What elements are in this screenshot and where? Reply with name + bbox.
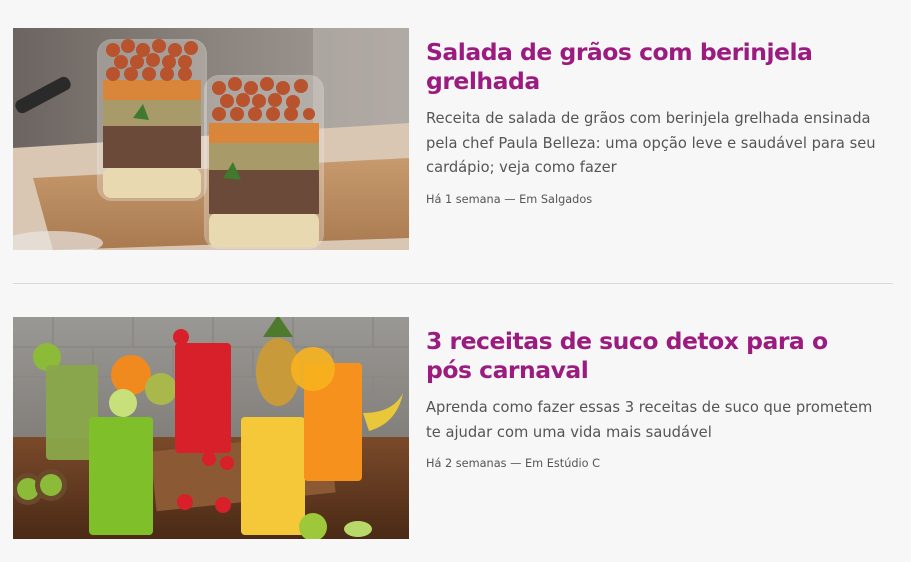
article-time: Há 1 semana bbox=[426, 192, 501, 206]
article-body: Salada de grãos com berinjela grelhada R… bbox=[409, 28, 879, 250]
article-card-juice: 3 receitas de suco detox para o pós carn… bbox=[13, 317, 893, 539]
article-thumbnail-juice[interactable] bbox=[13, 317, 409, 539]
salad-jars-image bbox=[13, 28, 409, 250]
article-category[interactable]: Em Estúdio C bbox=[525, 457, 600, 470]
article-description: Aprenda como fazer essas 3 receitas de s… bbox=[426, 399, 873, 441]
article-feed: Salada de grãos com berinjela grelhada R… bbox=[0, 0, 911, 562]
article-body: 3 receitas de suco detox para o pós carn… bbox=[409, 317, 879, 539]
meta-separator: — bbox=[504, 192, 516, 206]
article-thumbnail-salad[interactable] bbox=[13, 28, 409, 250]
article-card-salad: Salada de grãos com berinjela grelhada R… bbox=[13, 28, 893, 250]
article-time: Há 2 semanas bbox=[426, 457, 507, 470]
juice-glasses-image bbox=[13, 317, 409, 539]
article-category[interactable]: Em Salgados bbox=[519, 193, 592, 206]
article-description: Receita de salada de grãos com berinjela… bbox=[426, 110, 876, 176]
article-divider bbox=[13, 283, 893, 284]
article-meta: Há 2 semanas — Em Estúdio C bbox=[426, 457, 879, 470]
article-title[interactable]: Salada de grãos com berinjela grelhada bbox=[426, 38, 879, 96]
article-meta: Há 1 semana — Em Salgados bbox=[426, 193, 879, 206]
article-title[interactable]: 3 receitas de suco detox para o pós carn… bbox=[426, 327, 879, 385]
meta-separator: — bbox=[510, 457, 522, 470]
